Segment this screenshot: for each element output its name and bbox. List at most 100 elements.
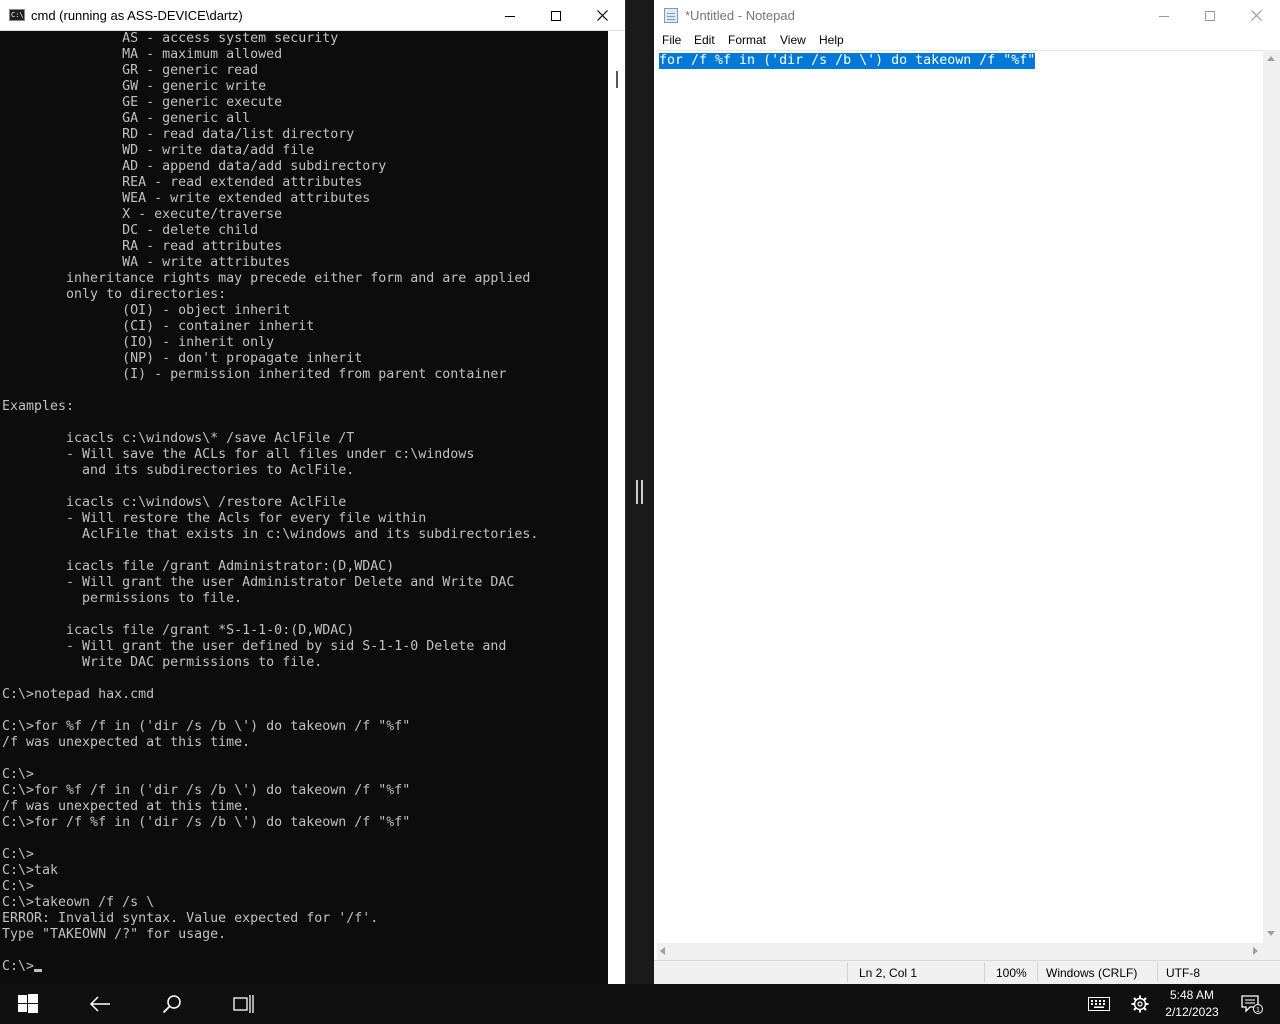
console-line: - Will restore the Acls for every file w…	[2, 511, 427, 526]
console-line: /f was unexpected at this time.	[2, 735, 251, 750]
console-line: icacls file /grant Administrator:(D,WDAC…	[2, 559, 395, 574]
console-line: C:\>for %f /f in ('dir /s /b \') do take…	[2, 719, 411, 734]
back-arrow-icon	[89, 996, 110, 1012]
console-line: - Will save the ACLs for all files under…	[2, 447, 475, 462]
minimize-icon	[1159, 15, 1169, 17]
menu-help[interactable]: Help	[819, 33, 844, 47]
console-prompt: C:\>	[2, 959, 35, 974]
console-line: (OI) - object inherit	[2, 303, 291, 318]
console-line: icacls c:\windows\ /restore AclFile	[2, 495, 347, 510]
notepad-app-icon	[664, 8, 678, 23]
console-line: C:\>	[2, 879, 35, 894]
scroll-right-arrow-icon[interactable]	[1253, 947, 1258, 955]
console-prompt-line: C:\>	[2, 959, 538, 975]
status-line-ending: Windows (CRLF)	[1046, 966, 1138, 980]
start-button[interactable]	[0, 984, 56, 1024]
gear-icon	[1131, 995, 1149, 1013]
console-line: WEA - write extended attributes	[2, 191, 371, 206]
notepad-close-button[interactable]	[1233, 0, 1279, 31]
notepad-window[interactable]: *Untitled - Notepad File Edit Format Vie…	[654, 0, 1280, 984]
cmd-vertical-scrollbar[interactable]	[608, 31, 625, 984]
console-line: (IO) - inherit only	[2, 335, 275, 350]
console-line: inheritance rights may precede either fo…	[2, 271, 531, 286]
cmd-window-title: cmd (running as ASS-DEVICE\dartz)	[31, 8, 243, 23]
console-line: only to directories:	[2, 287, 227, 302]
menu-edit[interactable]: Edit	[694, 33, 715, 47]
menu-view[interactable]: View	[780, 33, 806, 47]
status-zoom: 100%	[996, 966, 1027, 980]
close-icon	[596, 10, 608, 21]
touch-keyboard-button[interactable]	[1082, 984, 1116, 1024]
console-line: GR - generic read	[2, 63, 259, 78]
console-line: MA - maximum allowed	[2, 47, 283, 62]
console-line: RA - read attributes	[2, 239, 283, 254]
console-line: C:\>for /f %f in ('dir /s /b \') do take…	[2, 815, 411, 830]
menu-file[interactable]: File	[662, 33, 681, 47]
status-separator	[984, 963, 985, 982]
system-clock[interactable]: 5:48 AM 2/12/2023	[1160, 987, 1224, 1021]
cmd-minimize-button[interactable]	[487, 0, 533, 31]
divider-grip-icon[interactable]	[636, 480, 644, 504]
taskbar: 5:48 AM 2/12/2023 1	[0, 984, 1280, 1024]
windows-start-icon	[18, 994, 38, 1013]
cmd-title-bar[interactable]: C:\ cmd (running as ASS-DEVICE\dartz)	[0, 0, 625, 31]
status-separator	[1037, 963, 1038, 982]
notepad-minimize-button[interactable]	[1141, 0, 1187, 31]
cmd-maximize-button[interactable]	[533, 0, 579, 31]
clock-time: 5:48 AM	[1169, 988, 1215, 1002]
console-line: REA - read extended attributes	[2, 175, 363, 190]
cmd-close-button[interactable]	[579, 0, 625, 31]
notepad-vertical-scrollbar[interactable]	[1263, 50, 1280, 943]
search-icon	[162, 995, 181, 1014]
notepad-maximize-button[interactable]	[1187, 0, 1233, 31]
console-line: RD - read data/list directory	[2, 127, 355, 142]
notepad-window-title: *Untitled - Notepad	[685, 8, 795, 23]
task-view-button[interactable]	[222, 984, 266, 1024]
cmd-window[interactable]: C:\ cmd (running as ASS-DEVICE\dartz) AS…	[0, 0, 626, 984]
notepad-text-area[interactable]: for /f %f in ('dir /s /b \') do takeown …	[657, 50, 1263, 944]
console-line: DC - delete child	[2, 223, 259, 238]
selected-text[interactable]: for /f %f in ('dir /s /b \') do takeown …	[659, 53, 1036, 69]
notepad-menu-bar: File Edit Format View Help	[654, 30, 1280, 50]
console-line: - Will grant the user defined by sid S-1…	[2, 639, 507, 654]
cmd-console-output[interactable]: AS - access system security MA - maximum…	[0, 31, 608, 984]
notepad-horizontal-scrollbar[interactable]	[657, 943, 1263, 960]
console-line: (I) - permission inherited from parent c…	[2, 367, 507, 382]
text-cursor	[34, 969, 43, 972]
status-cursor-position: Ln 2, Col 1	[859, 966, 918, 980]
cmd-scrollbar-thumb[interactable]	[616, 71, 618, 88]
search-button[interactable]	[150, 984, 194, 1024]
console-text: AS - access system security MA - maximum…	[0, 31, 538, 975]
console-line: X - execute/traverse	[2, 207, 283, 222]
back-button[interactable]	[78, 984, 122, 1024]
close-icon	[1250, 10, 1262, 21]
console-line: C:\>tak	[2, 863, 59, 878]
scroll-up-arrow-icon[interactable]	[1267, 56, 1275, 61]
console-line: GE - generic execute	[2, 95, 283, 110]
settings-button[interactable]	[1124, 984, 1156, 1024]
console-line: WD - write data/add file	[2, 143, 315, 158]
action-center-button[interactable]: 1	[1232, 984, 1272, 1024]
console-line: icacls file /grant *S-1-1-0:(D,WDAC)	[2, 623, 355, 638]
console-line: (CI) - container inherit	[2, 319, 315, 334]
notepad-title-bar[interactable]: *Untitled - Notepad	[654, 0, 1280, 30]
menu-format[interactable]: Format	[728, 33, 766, 47]
status-encoding: UTF-8	[1166, 966, 1200, 980]
notification-count: 1	[1256, 1007, 1260, 1014]
scroll-down-arrow-icon[interactable]	[1267, 931, 1275, 936]
console-line: and its subdirectories to AclFile.	[2, 463, 355, 478]
snap-split-divider[interactable]	[626, 0, 654, 984]
notepad-status-bar: Ln 2, Col 1 100% Windows (CRLF) UTF-8	[654, 960, 1280, 984]
console-line: (NP) - don't propagate inherit	[2, 351, 363, 366]
scroll-left-arrow-icon[interactable]	[660, 947, 665, 955]
console-line: /f was unexpected at this time.	[2, 799, 251, 814]
console-line: AS - access system security	[2, 31, 339, 46]
console-line: AD - append data/add subdirectory	[2, 159, 387, 174]
scrollbar-corner	[1263, 943, 1280, 960]
